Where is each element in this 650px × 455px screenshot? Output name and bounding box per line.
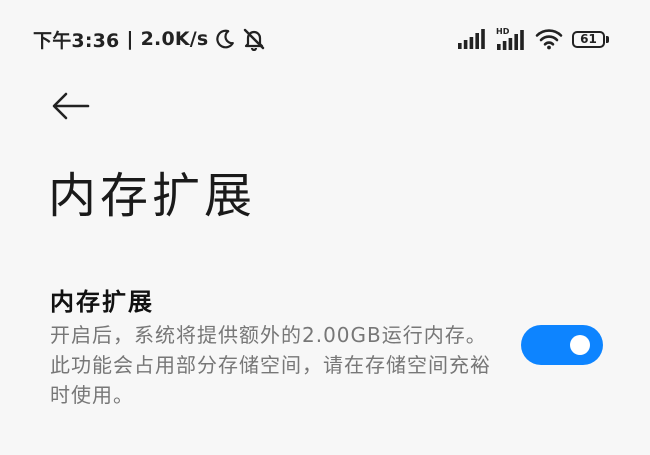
setting-description: 开启后，系统将提供额外的2.00GB运行内存。此功能会占用部分存储空间，请在存储… [50, 323, 491, 407]
network-speed: 2.0K/s [140, 28, 209, 50]
status-time: 下午3:36 [33, 29, 120, 52]
setting-title: 内存扩展 [50, 288, 154, 316]
status-bar: 下午3:36 | 2.0K/s HD 61 [0, 0, 650, 70]
battery-icon: 61 [572, 30, 612, 49]
status-right: HD 61 [457, 25, 612, 53]
wifi-icon [535, 28, 563, 50]
status-separator: | [126, 28, 134, 50]
memory-extension-setting-row[interactable]: 内存扩展 开启后，系统将提供额外的2.00GB运行内存。此功能会占用部分存储空间… [0, 270, 650, 420]
hd-label: HD [496, 27, 510, 36]
battery-level: 61 [572, 30, 605, 48]
battery-cap [606, 35, 609, 43]
memory-extension-toggle[interactable] [521, 325, 603, 365]
status-left: 下午3:36 | 2.0K/s [33, 24, 266, 54]
moon-icon [214, 28, 236, 50]
bell-off-icon [242, 27, 266, 51]
hd-signal-icon: HD [496, 27, 526, 51]
back-button[interactable] [50, 88, 92, 128]
toggle-knob [570, 335, 590, 355]
page-title: 内存扩展 [48, 168, 257, 224]
signal-icon [457, 28, 487, 50]
arrow-left-icon [51, 91, 91, 125]
